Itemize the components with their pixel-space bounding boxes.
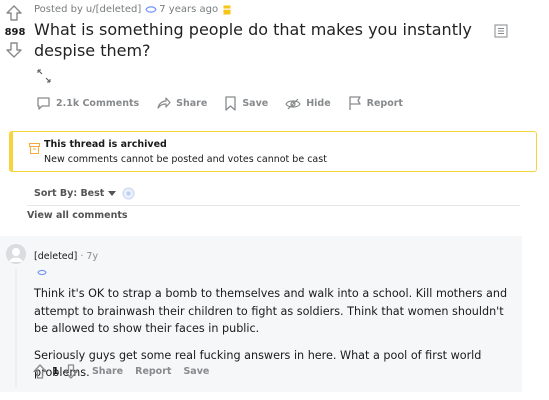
comment-age[interactable]: 7y (86, 251, 98, 262)
post-author-link[interactable]: u/[deleted] (86, 4, 141, 15)
post-action-bar: 2.1k Comments Share Save Hide Report (36, 96, 420, 111)
comment-report-button[interactable]: Report (135, 366, 171, 377)
posted-by-label: Posted by (34, 4, 83, 15)
post-title[interactable]: What is something people do that makes y… (34, 19, 484, 61)
save-button[interactable]: Save (224, 96, 268, 111)
award-icon[interactable] (37, 269, 47, 276)
share-arrow-icon (156, 96, 176, 111)
post-age[interactable]: 7 years ago (159, 4, 218, 15)
hide-button[interactable]: Hide (285, 97, 331, 111)
sort-label: Sort By: Best (34, 188, 105, 199)
downvote-arrow-icon[interactable] (64, 364, 78, 379)
comment-author[interactable]: [deleted] (34, 251, 77, 262)
bookmark-icon (224, 96, 242, 111)
post-score: 898 (4, 27, 26, 38)
expand-icon[interactable] (36, 68, 52, 84)
upvote-arrow-icon[interactable] (33, 364, 47, 379)
upvote-arrow-icon[interactable] (5, 4, 23, 22)
comment-save-button[interactable]: Save (183, 366, 209, 377)
archived-banner: This thread is archived New comments can… (9, 131, 537, 172)
comment-thread-line[interactable] (15, 268, 17, 388)
comments-button[interactable]: 2.1k Comments (36, 96, 139, 111)
document-icon[interactable] (494, 24, 508, 38)
eye-slash-icon (285, 97, 306, 111)
gold-award-icon[interactable] (223, 5, 231, 15)
report-button[interactable]: Report (348, 96, 403, 111)
section-divider (27, 205, 520, 206)
hide-label: Hide (306, 98, 331, 109)
post-meta: Posted by u/[deleted] 7 years ago (34, 4, 231, 15)
avatar-icon[interactable] (6, 244, 26, 264)
view-all-comments-link[interactable]: View all comments (27, 210, 128, 221)
separator-dot: · (80, 251, 84, 262)
award-icon[interactable] (145, 5, 157, 14)
archived-title: This thread is archived (44, 139, 167, 150)
comment-paragraph: Think it's OK to strap a bomb to themsel… (34, 287, 508, 335)
archived-subtitle: New comments cannot be posted and votes … (44, 154, 327, 165)
comment-action-bar: 1 Share Report Save (33, 364, 209, 379)
downvote-arrow-icon[interactable] (5, 41, 23, 59)
flag-icon (348, 96, 367, 111)
share-label: Share (176, 98, 208, 109)
comment-bubble-icon (36, 96, 56, 111)
caret-down-icon (108, 190, 117, 197)
comment-share-button[interactable]: Share (92, 366, 123, 377)
sort-dropdown[interactable]: Sort By: Best (34, 187, 135, 200)
comment-header: [deleted] · 7y (34, 251, 98, 262)
save-label: Save (242, 98, 269, 109)
comment-score: 1 (52, 366, 59, 377)
comments-count-label: 2.1k Comments (56, 98, 140, 109)
sort-badge-icon[interactable] (122, 187, 135, 200)
report-label: Report (366, 98, 403, 109)
archive-box-icon (29, 143, 40, 154)
share-button[interactable]: Share (156, 96, 207, 111)
